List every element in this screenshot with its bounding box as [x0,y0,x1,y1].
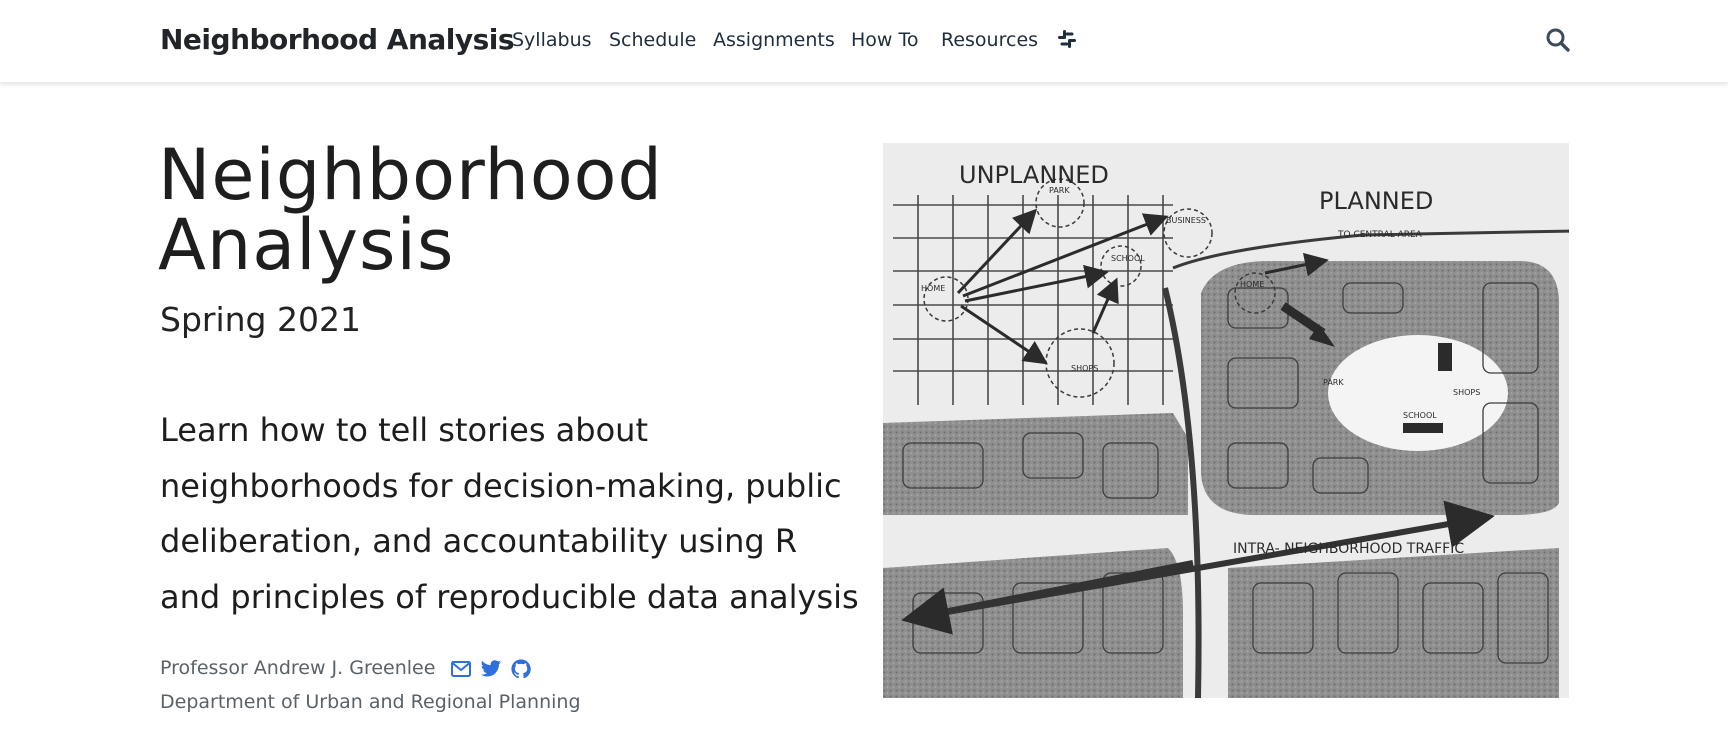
slack-icon[interactable] [1057,28,1079,52]
course-description: Learn how to tell stories about neighbor… [160,411,859,616]
nav-item-syllabus[interactable]: Syllabus [512,28,592,52]
label-planned: PLANNED [1319,187,1433,215]
nav-item-assignments[interactable]: Assignments [713,28,835,52]
label-to-central-area: TO CENTRAL AREA [1337,230,1423,240]
nav-item-how-to[interactable]: How To [851,28,919,52]
twitter-icon[interactable] [480,659,502,679]
label-shops-unplanned: SHOPS [1071,364,1098,373]
label-park-planned: PARK [1323,378,1344,387]
site-brand[interactable]: Neighborhood Analysis [160,22,515,58]
label-school-unplanned: SCHOOL [1111,254,1145,263]
page-title: Neighborhood Analysis [158,134,663,286]
search-icon[interactable] [1545,27,1571,53]
nav-item-resources[interactable]: Resources [941,28,1038,52]
page-subtitle: Spring 2021 [160,300,361,339]
github-icon[interactable] [510,659,532,679]
label-business: BUSINESS [1166,216,1206,225]
label-home-planned: HOME [1240,280,1264,289]
envelope-icon[interactable] [450,659,472,679]
label-shops-planned: SHOPS [1453,388,1480,397]
nav-item-schedule[interactable]: Schedule [609,28,696,52]
department-name: Department of Urban and Regional Plannin… [160,691,581,713]
label-home-unplanned: HOME [921,284,945,293]
label-school-planned: SCHOOL [1403,411,1437,420]
top-navbar: Neighborhood Analysis Syllabus Schedule … [0,0,1728,83]
neighborhood-planning-illustration: UNPLANNED PLANNED TO CENTRAL AREA PARK B… [883,143,1569,698]
author-name: Professor Andrew J. Greenlee [160,657,436,679]
label-park-unplanned: PARK [1049,186,1070,195]
label-unplanned: UNPLANNED [959,161,1109,189]
label-intra-neighborhood-traffic: INTRA- NEIGHBORHOOD TRAFFIC [1233,541,1464,557]
